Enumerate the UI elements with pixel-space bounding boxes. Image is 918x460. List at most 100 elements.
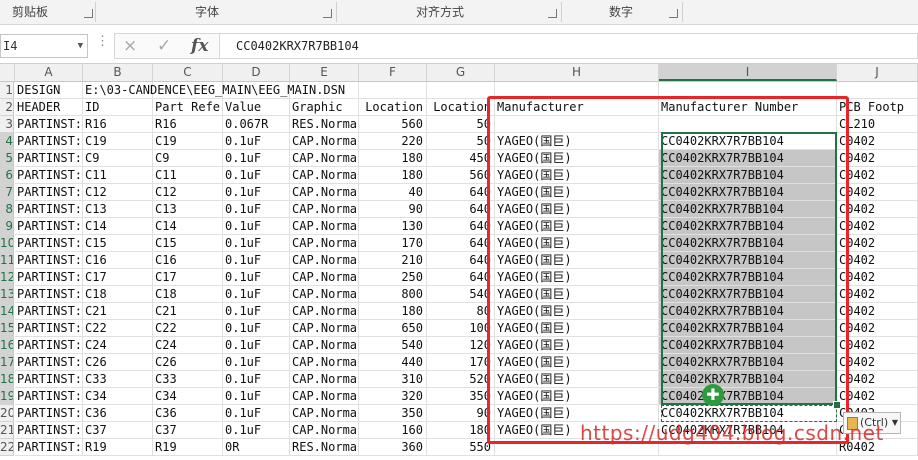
cell-d4[interactable]: 0.1uF (223, 133, 290, 150)
cell-f9[interactable]: 130 (359, 218, 427, 235)
cell-g17[interactable]: 170 (427, 354, 495, 371)
cell-e18[interactable]: CAP.Norma (290, 371, 359, 388)
cell-j9[interactable]: C0402 (837, 218, 918, 235)
column-header-j[interactable]: J (837, 64, 918, 81)
cell-j4[interactable]: C0402 (837, 133, 918, 150)
cell-j10[interactable]: C0402 (837, 235, 918, 252)
cell-d13[interactable]: 0.1uF (223, 286, 290, 303)
column-header-e[interactable]: E (290, 64, 359, 81)
cell-b7[interactable]: C12 (83, 184, 153, 201)
cell-e12[interactable]: CAP.Norma (290, 269, 359, 286)
cell-a6[interactable]: PARTINST:C11 (15, 167, 83, 184)
cell-d18[interactable]: 0.1uF (223, 371, 290, 388)
cell-g19[interactable]: 350 (427, 388, 495, 405)
cell-a16[interactable]: PARTINST:C24 (15, 337, 83, 354)
cell-f22[interactable]: 360 (359, 439, 427, 456)
cell-g12[interactable]: 640 (427, 269, 495, 286)
cell-e7[interactable]: CAP.Norma (290, 184, 359, 201)
cell-c11[interactable]: C16 (153, 252, 223, 269)
cell-b13[interactable]: C18 (83, 286, 153, 303)
cell-a14[interactable]: PARTINST:C21 (15, 303, 83, 320)
cell-b1[interactable]: E:\03-CANDENCE\EEG_MAIN\EEG_MAIN.DSN (83, 82, 345, 99)
cell-i7[interactable]: CC0402KRX7R7BB104 (659, 184, 837, 201)
cell-a9[interactable]: PARTINST:C14 (15, 218, 83, 235)
cell-i4[interactable]: CC0402KRX7R7BB104 (659, 133, 837, 150)
cell-e13[interactable]: CAP.Norma (290, 286, 359, 303)
cell-f14[interactable]: 180 (359, 303, 427, 320)
row-header[interactable]: 4 (0, 133, 14, 150)
row-header[interactable]: 19 (0, 388, 14, 405)
dialog-launcher-icon[interactable] (84, 9, 93, 18)
cell-c4[interactable]: C19 (153, 133, 223, 150)
cell-c8[interactable]: C13 (153, 201, 223, 218)
cell-i11[interactable]: CC0402KRX7R7BB104 (659, 252, 837, 269)
cell-b18[interactable]: C33 (83, 371, 153, 388)
cell-c5[interactable]: C9 (153, 150, 223, 167)
insert-function-icon[interactable]: fx (191, 34, 208, 58)
cell-g13[interactable]: 540 (427, 286, 495, 303)
cell-f19[interactable]: 320 (359, 388, 427, 405)
cell-c18[interactable]: C33 (153, 371, 223, 388)
cell-j17[interactable]: C0402 (837, 354, 918, 371)
cell-e11[interactable]: CAP.Norma (290, 252, 359, 269)
row-header[interactable]: 11 (0, 252, 14, 269)
cell-i8[interactable]: CC0402KRX7R7BB104 (659, 201, 837, 218)
column-header-f[interactable]: F (359, 64, 427, 81)
cell-e2[interactable]: Graphic (290, 99, 359, 116)
column-header-i[interactable]: I (659, 64, 837, 81)
cell-a8[interactable]: PARTINST:C13 (15, 201, 83, 218)
cell-j5[interactable]: C0402 (837, 150, 918, 167)
column-header-a[interactable]: A (15, 64, 83, 81)
cell-f2[interactable]: Location (359, 99, 427, 116)
cell-i20[interactable]: CC0402KRX7R7BB104 (659, 405, 837, 422)
cell-a3[interactable]: PARTINST:R16 (15, 116, 83, 133)
cell-a2[interactable]: HEADER (15, 99, 83, 116)
cell-b5[interactable]: C9 (83, 150, 153, 167)
column-header-d[interactable]: D (223, 64, 290, 81)
cell-f10[interactable]: 170 (359, 235, 427, 252)
cell-d2[interactable]: Value (223, 99, 290, 116)
cell-c6[interactable]: C11 (153, 167, 223, 184)
cell-d5[interactable]: 0.1uF (223, 150, 290, 167)
cell-g22[interactable]: 550 (427, 439, 495, 456)
cell-h20[interactable]: YAGEO(国巨) (495, 405, 659, 422)
cell-e4[interactable]: CAP.Norma (290, 133, 359, 150)
cell-i17[interactable]: CC0402KRX7R7BB104 (659, 354, 837, 371)
cell-e21[interactable]: CAP.Norma (290, 422, 359, 439)
cell-j11[interactable]: C0402 (837, 252, 918, 269)
cell-f6[interactable]: 180 (359, 167, 427, 184)
cell-a1[interactable]: DESIGN (15, 82, 83, 99)
column-header-b[interactable]: B (83, 64, 153, 81)
cell-c19[interactable]: C34 (153, 388, 223, 405)
cell-c14[interactable]: C21 (153, 303, 223, 320)
cell-d3[interactable]: 0.067R (223, 116, 290, 133)
cell-a15[interactable]: PARTINST:C22 (15, 320, 83, 337)
cell-i14[interactable]: CC0402KRX7R7BB104 (659, 303, 837, 320)
cell-e19[interactable]: CAP.Norma (290, 388, 359, 405)
cell-g9[interactable]: 640 (427, 218, 495, 235)
cell-h1[interactable] (495, 82, 659, 99)
cell-j16[interactable]: C0402 (837, 337, 918, 354)
cell-d6[interactable]: 0.1uF (223, 167, 290, 184)
select-all-corner[interactable] (0, 64, 15, 81)
cell-b16[interactable]: C24 (83, 337, 153, 354)
cell-c7[interactable]: C12 (153, 184, 223, 201)
cell-b11[interactable]: C16 (83, 252, 153, 269)
row-header[interactable]: 16 (0, 337, 14, 354)
cell-h4[interactable]: YAGEO(国巨) (495, 133, 659, 150)
cell-j12[interactable]: C0402 (837, 269, 918, 286)
cell-f16[interactable]: 540 (359, 337, 427, 354)
dialog-launcher-icon[interactable] (548, 9, 557, 18)
cell-b10[interactable]: C15 (83, 235, 153, 252)
cell-g11[interactable]: 640 (427, 252, 495, 269)
cell-j14[interactable]: C0402 (837, 303, 918, 320)
row-header[interactable]: 7 (0, 184, 14, 201)
cell-e8[interactable]: CAP.Norma (290, 201, 359, 218)
cell-a10[interactable]: PARTINST:C15 (15, 235, 83, 252)
more-icon[interactable]: ⋮ (96, 34, 109, 49)
cell-a11[interactable]: PARTINST:C16 (15, 252, 83, 269)
cell-d22[interactable]: 0R (223, 439, 290, 456)
cell-h15[interactable]: YAGEO(国巨) (495, 320, 659, 337)
cell-b14[interactable]: C21 (83, 303, 153, 320)
cell-d15[interactable]: 0.1uF (223, 320, 290, 337)
